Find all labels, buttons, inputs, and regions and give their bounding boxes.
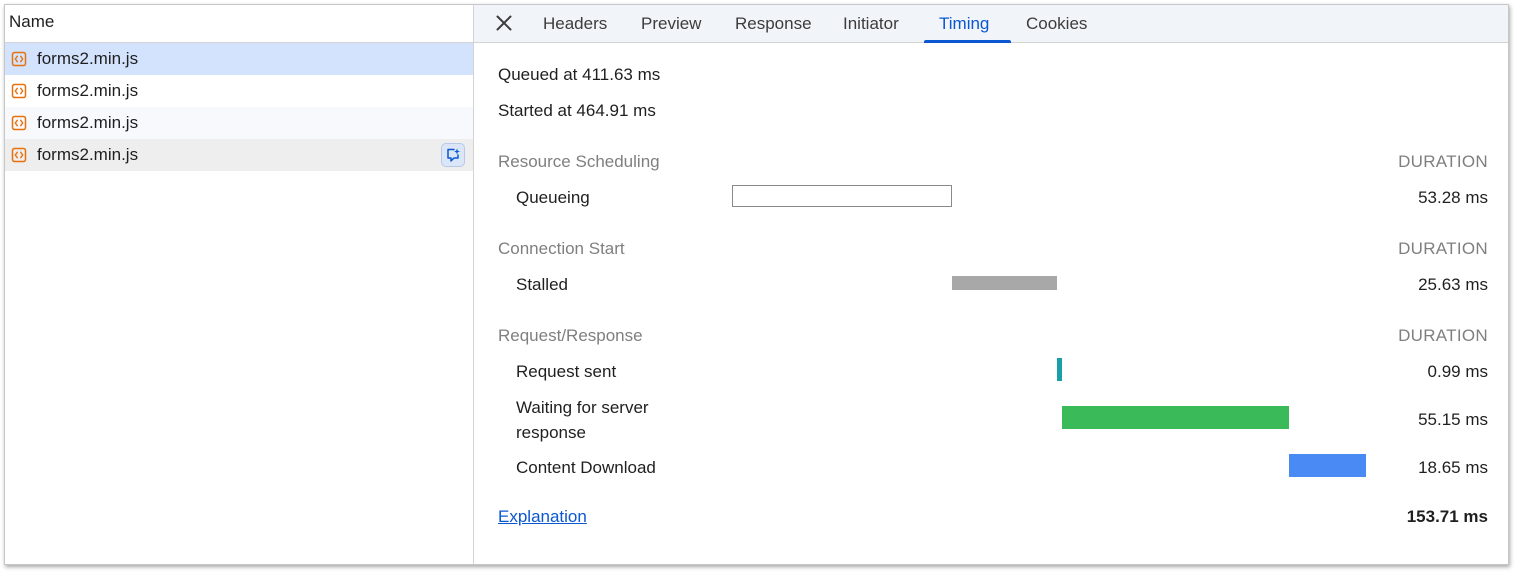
- ai-assistance-button[interactable]: [441, 143, 465, 167]
- request-list: Name forms2.min.js forms2.min.js forms2.…: [5, 5, 474, 564]
- total-duration: 153.71 ms: [1406, 507, 1488, 526]
- tab-cookies[interactable]: Cookies: [1026, 5, 1087, 43]
- timing-bar-content-download: [1289, 454, 1366, 477]
- duration-header: DURATION: [1398, 239, 1488, 258]
- request-name: forms2.min.js: [37, 145, 139, 164]
- phase-value-content-download: 18.65 ms: [1418, 458, 1488, 477]
- timing-bar-request-sent: [1057, 358, 1062, 381]
- explanation-link[interactable]: Explanation: [498, 507, 587, 527]
- phase-label-stalled: Stalled: [516, 275, 568, 294]
- script-file-icon: [11, 83, 27, 99]
- script-file-icon: [11, 51, 27, 67]
- phase-value-request-sent: 0.99 ms: [1427, 362, 1488, 381]
- section-title-connection-start: Connection Start: [498, 239, 625, 258]
- request-name: forms2.min.js: [37, 113, 139, 132]
- request-row[interactable]: forms2.min.js: [5, 75, 473, 107]
- details-tab-bar: Headers Preview Response Initiator Timin…: [474, 5, 1508, 43]
- request-name: forms2.min.js: [37, 49, 139, 68]
- started-at-text: Started at 464.91 ms: [498, 101, 656, 120]
- script-file-icon: [11, 115, 27, 131]
- phase-label-content-download: Content Download: [516, 458, 656, 477]
- queued-at-text: Queued at 411.63 ms: [498, 65, 661, 84]
- active-tab-indicator: [924, 40, 1011, 43]
- devtools-network-panel: Name forms2.min.js forms2.min.js forms2.…: [4, 4, 1509, 565]
- phase-label-waiting: Waiting for server response: [516, 398, 649, 442]
- duration-header: DURATION: [1398, 152, 1488, 171]
- section-title-request-response: Request/Response: [498, 326, 643, 345]
- tab-preview[interactable]: Preview: [641, 5, 701, 43]
- request-details: Headers Preview Response Initiator Timin…: [474, 5, 1508, 564]
- phase-value-waiting: 55.15 ms: [1418, 410, 1488, 429]
- timing-bar-stalled: [951, 276, 1058, 290]
- timing-bar-waiting: [1061, 406, 1290, 429]
- request-name: forms2.min.js: [37, 81, 139, 100]
- phase-label-queueing: Queueing: [516, 188, 590, 207]
- section-title-resource-scheduling: Resource Scheduling: [498, 152, 660, 171]
- tab-response[interactable]: Response: [735, 5, 812, 43]
- request-row[interactable]: forms2.min.js: [5, 139, 473, 171]
- phase-value-stalled: 25.63 ms: [1418, 275, 1488, 294]
- tab-headers[interactable]: Headers: [543, 5, 607, 43]
- ai-chat-sparkle-icon: [447, 148, 460, 162]
- tab-initiator[interactable]: Initiator: [843, 5, 899, 43]
- request-row[interactable]: forms2.min.js: [5, 107, 473, 139]
- duration-header: DURATION: [1398, 326, 1488, 345]
- script-file-icon: [11, 147, 27, 163]
- timing-bar-queueing: [732, 185, 952, 207]
- phase-label-request-sent: Request sent: [516, 362, 617, 381]
- name-column-header[interactable]: Name: [5, 5, 473, 43]
- close-icon[interactable]: [494, 13, 514, 33]
- tab-timing[interactable]: Timing: [939, 5, 989, 43]
- phase-value-queueing: 53.28 ms: [1418, 188, 1488, 207]
- request-row[interactable]: forms2.min.js: [5, 43, 473, 75]
